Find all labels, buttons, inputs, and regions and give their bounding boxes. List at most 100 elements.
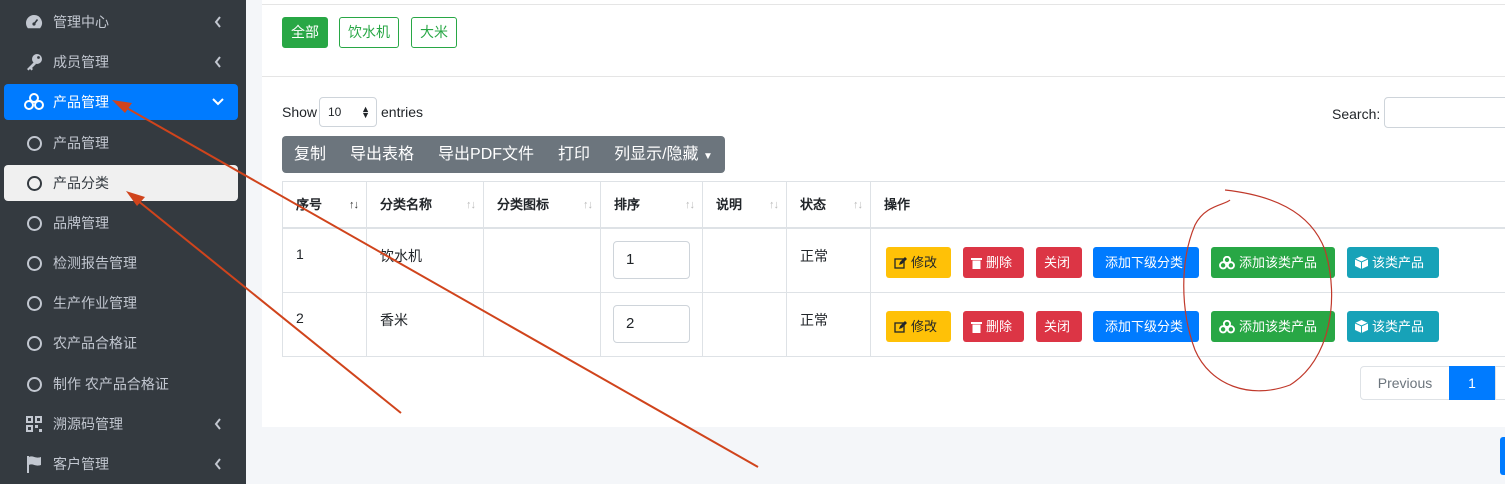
sort-icon: ↑↓ (685, 199, 695, 211)
add-product-button[interactable]: 添加该类产品 (1211, 311, 1335, 342)
close-button[interactable]: 关闭 (1036, 311, 1082, 342)
sort-icon: ↑↓ (583, 199, 593, 211)
sidebar-item-label: 产品管理 (53, 94, 109, 110)
chevron-left-icon (212, 15, 224, 29)
chevron-left-icon (212, 55, 224, 69)
circle-icon (26, 135, 42, 151)
show-label: Show (282, 104, 318, 120)
cubes-icon (1219, 255, 1235, 269)
export-button-group: 复制 导出表格 导出PDF文件 打印 列显示/隐藏 ▼ (282, 136, 725, 173)
delete-button[interactable]: 删除 (963, 311, 1024, 342)
pagination-next[interactable] (1495, 366, 1505, 400)
column-header-order[interactable]: 排序 ↑↓ (600, 182, 702, 227)
circle-icon (26, 376, 42, 392)
export-excel-button[interactable]: 导出表格 (338, 136, 426, 173)
sidebar-item-label: 产品分类 (53, 175, 109, 191)
print-button[interactable]: 打印 (546, 136, 602, 173)
edit-button[interactable]: 修改 (886, 311, 951, 342)
cubes-icon (1219, 319, 1235, 333)
bottom-right-button[interactable] (1500, 437, 1505, 475)
add-product-button[interactable]: 添加该类产品 (1211, 247, 1335, 278)
header-label: 操作 (884, 197, 911, 212)
filter-all-button[interactable]: 全部 (282, 17, 328, 48)
sidebar-item-inspection[interactable]: 检测报告管理 (4, 245, 238, 281)
caret-down-icon: ▼ (702, 151, 713, 162)
column-header-status[interactable]: 状态 ↑↓ (786, 182, 870, 227)
sidebar-item-label: 溯源码管理 (53, 416, 123, 432)
cell-desc (702, 229, 786, 292)
view-products-label: 该类产品 (1372, 255, 1425, 270)
sort-icon: ↑↓ (853, 199, 863, 211)
circle-icon (26, 175, 42, 191)
sidebar-item-customers[interactable]: 客户管理 (4, 446, 238, 482)
sidebar-item-product-manage[interactable]: 产品管理 (4, 125, 238, 161)
cell-name: 香米 (366, 293, 483, 356)
entries-label: entries (381, 104, 424, 120)
select-arrows-icon: ▲ ▼ (361, 104, 370, 120)
column-header-icon[interactable]: 分类图标 ↑↓ (483, 182, 600, 227)
column-header-actions: 操作 (870, 182, 1505, 227)
header-label: 分类图标 (497, 197, 550, 212)
chevron-left-icon (212, 457, 224, 471)
delete-label: 删除 (986, 255, 1013, 270)
header-label: 排序 (614, 197, 641, 212)
edit-label: 修改 (911, 255, 938, 270)
pagination-page[interactable]: 1 (1449, 366, 1495, 400)
order-input[interactable]: 1 (613, 241, 690, 279)
view-products-button[interactable]: 该类产品 (1347, 311, 1439, 342)
sidebar-item-dashboard[interactable]: 管理中心 (4, 4, 238, 40)
sidebar-item-label: 制作 农产品合格证 (53, 376, 169, 392)
add-subcategory-button[interactable]: 添加下级分类 (1093, 311, 1199, 342)
qrcode-icon (21, 415, 47, 433)
table-row: 1 饮水机 1 正常 修改 删除 关闭 添加下级分类 添加该类产品 该类产品 (282, 229, 1505, 293)
filter-water-dispenser-button[interactable]: 饮水机 (339, 17, 399, 48)
page-length-select[interactable]: 10 ▲ ▼ (319, 97, 377, 127)
copy-button[interactable]: 复制 (282, 136, 338, 173)
sidebar-item-label: 检测报告管理 (53, 255, 137, 271)
cubes-icon (21, 93, 47, 111)
header-label: 分类名称 (380, 197, 433, 212)
sidebar-item-label: 客户管理 (53, 456, 109, 472)
table-row: 2 香米 2 正常 修改 删除 关闭 添加下级分类 添加该类产品 该类产品 (282, 293, 1505, 357)
sidebar-item-label: 成员管理 (53, 54, 109, 70)
order-input[interactable]: 2 (613, 305, 690, 343)
sidebar-item-production[interactable]: 生产作业管理 (4, 285, 238, 321)
column-header-desc[interactable]: 说明 ↑↓ (702, 182, 786, 227)
sidebar-item-label: 品牌管理 (53, 215, 109, 231)
header-label: 说明 (716, 197, 743, 212)
cell-name: 饮水机 (366, 229, 483, 292)
filter-rice-button[interactable]: 大米 (411, 17, 457, 48)
close-button[interactable]: 关闭 (1036, 247, 1082, 278)
delete-button[interactable]: 删除 (963, 247, 1024, 278)
cube-icon (1355, 256, 1368, 269)
sidebar-item-make-certificate[interactable]: 制作 农产品合格证 (4, 366, 238, 402)
view-products-label: 该类产品 (1372, 319, 1425, 334)
pagination-previous[interactable]: Previous (1360, 366, 1450, 400)
flag-icon (21, 455, 47, 473)
sidebar-item-label: 农产品合格证 (53, 335, 137, 351)
sidebar-item-product-category[interactable]: 产品分类 (4, 165, 238, 201)
view-products-button[interactable]: 该类产品 (1347, 247, 1439, 278)
sidebar-item-certificate[interactable]: 农产品合格证 (4, 325, 238, 361)
sidebar-item-trace-code[interactable]: 溯源码管理 (4, 406, 238, 442)
sidebar-item-brand[interactable]: 品牌管理 (4, 205, 238, 241)
column-visibility-button[interactable]: 列显示/隐藏 ▼ (602, 136, 725, 173)
chevron-left-icon (212, 417, 224, 431)
search-label: Search: (1332, 106, 1381, 122)
cell-status: 正常 (786, 229, 870, 292)
cube-icon (1355, 320, 1368, 333)
trash-icon (971, 257, 982, 269)
column-header-name[interactable]: 分类名称 ↑↓ (366, 182, 483, 227)
sidebar-item-members[interactable]: 成员管理 (4, 44, 238, 80)
edit-button[interactable]: 修改 (886, 247, 951, 278)
circle-icon (26, 255, 42, 271)
sort-icon: ↑↓ (466, 199, 476, 211)
colvis-label: 列显示/隐藏 (614, 146, 699, 163)
add-subcategory-button[interactable]: 添加下级分类 (1093, 247, 1199, 278)
sidebar-item-products[interactable]: 产品管理 (4, 84, 238, 120)
search-input[interactable] (1384, 97, 1505, 128)
trash-icon (971, 321, 982, 333)
card-top-border (262, 4, 1505, 5)
column-header-index[interactable]: 序号 ↑↓ (282, 182, 366, 227)
export-pdf-button[interactable]: 导出PDF文件 (426, 136, 546, 173)
